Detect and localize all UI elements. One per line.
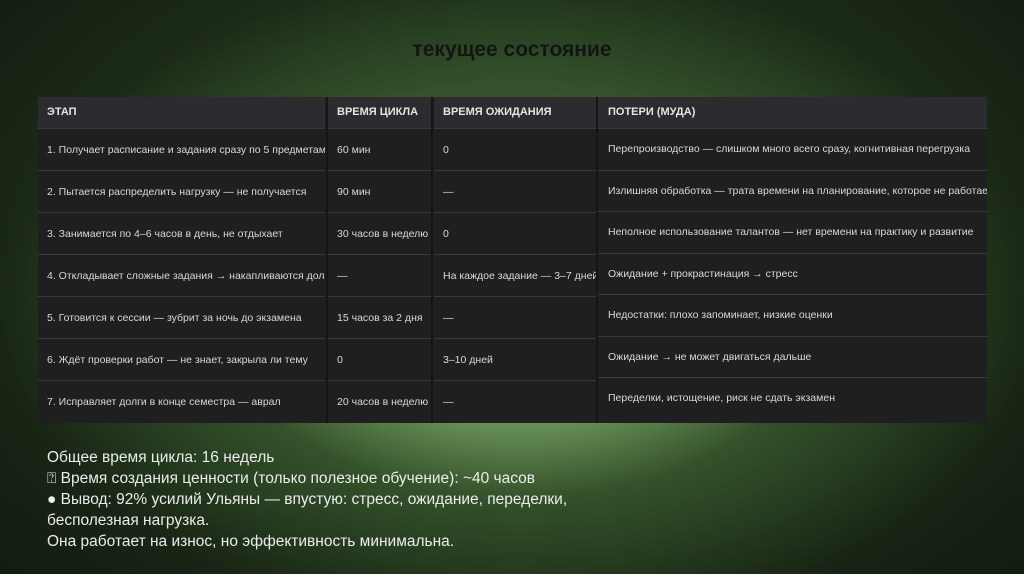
cycle-cell: 90 мин	[328, 170, 431, 212]
cycle-cell: 15 часов за 2 дня	[328, 296, 431, 338]
loss-header: ПОТЕРИ (МУДА)	[598, 97, 987, 128]
wait-cell: —	[434, 296, 596, 338]
stage-header: ЭТАП	[38, 97, 325, 128]
missing-glyph-icon: ⍰	[47, 470, 57, 487]
stage-cell: 2. Пытается распределить нагрузку — не п…	[38, 170, 325, 212]
slide-title: текущее состояние	[412, 38, 612, 61]
loss-cell: Излишняя обработка — трата времени на пл…	[598, 169, 987, 212]
summary-conclusion-text: Вывод: 92% усилий Ульяны — впустую: стре…	[56, 491, 568, 508]
stage-cell: 7. Исправляет долги в конце семестра — а…	[38, 380, 325, 422]
wait-cell: —	[434, 380, 596, 422]
bullet-icon: ●	[47, 491, 57, 508]
wait-cell: 3–10 дней	[434, 338, 596, 380]
stage-cell: 6. Ждёт проверки работ — не знает, закры…	[38, 338, 325, 380]
loss-cell: Недостатки: плохо запоминает, низкие оце…	[598, 294, 987, 336]
column-divider	[431, 97, 433, 423]
value-stream-table: ЭТАП 1. Получает расписание и задания ср…	[38, 97, 987, 423]
summary-cycle-time: Общее время цикла: 16 недель	[47, 449, 275, 466]
loss-column: ПОТЕРИ (МУДА) Перепроизводство — слишком…	[598, 97, 987, 419]
wait-cell: 0	[434, 212, 596, 254]
wait-header: ВРЕМЯ ОЖИДАНИЯ	[434, 97, 596, 128]
wait-column: ВРЕМЯ ОЖИДАНИЯ 0 — 0 На каждое задание —…	[434, 97, 596, 422]
wait-cell: 0	[434, 128, 596, 170]
summary-block: Общее время цикла: 16 недель ⍰ Время соз…	[47, 447, 807, 552]
cycle-cell: 0	[328, 338, 431, 380]
summary-value-time: ⍰ Время создания ценности (только полезн…	[47, 468, 807, 489]
summary-conclusion-cont: бесполезная нагрузка.	[47, 512, 210, 529]
stage-cell: 3. Занимается по 4–6 часов в день, не от…	[38, 212, 325, 254]
loss-cell: Неполное использование талантов — нет вр…	[598, 211, 987, 253]
loss-cell: Ожидание → не может двигаться дальше	[598, 335, 987, 378]
summary-final: Она работает на износ, но эффективность …	[47, 533, 455, 550]
cycle-header: ВРЕМЯ ЦИКЛА	[328, 97, 431, 128]
stage-column: ЭТАП 1. Получает расписание и задания ср…	[38, 97, 325, 422]
summary-value-time-text: Время создания ценности (только полезное…	[56, 470, 536, 487]
stage-cell: 4. Откладывает сложные задания → накапли…	[38, 254, 325, 296]
loss-cell: Перепроизводство — слишком много всего с…	[598, 128, 987, 170]
loss-cell: Ожидание + прокрастинация → стресс	[598, 252, 987, 295]
loss-cell: Переделки, истощение, риск не сдать экза…	[598, 377, 987, 419]
cycle-column: ВРЕМЯ ЦИКЛА 60 мин 90 мин 30 часов в нед…	[328, 97, 431, 422]
cycle-cell: —	[328, 254, 431, 296]
stage-cell: 1. Получает расписание и задания сразу п…	[38, 128, 325, 170]
wait-cell: —	[434, 170, 596, 212]
cycle-cell: 60 мин	[328, 128, 431, 170]
wait-cell: На каждое задание — 3–7 дней	[434, 254, 596, 296]
cycle-cell: 30 часов в неделю	[328, 212, 431, 254]
cycle-cell: 20 часов в неделю	[328, 380, 431, 422]
summary-conclusion: ● Вывод: 92% усилий Ульяны — впустую: ст…	[47, 489, 807, 510]
stage-cell: 5. Готовится к сессии — зубрит за ночь д…	[38, 296, 325, 338]
